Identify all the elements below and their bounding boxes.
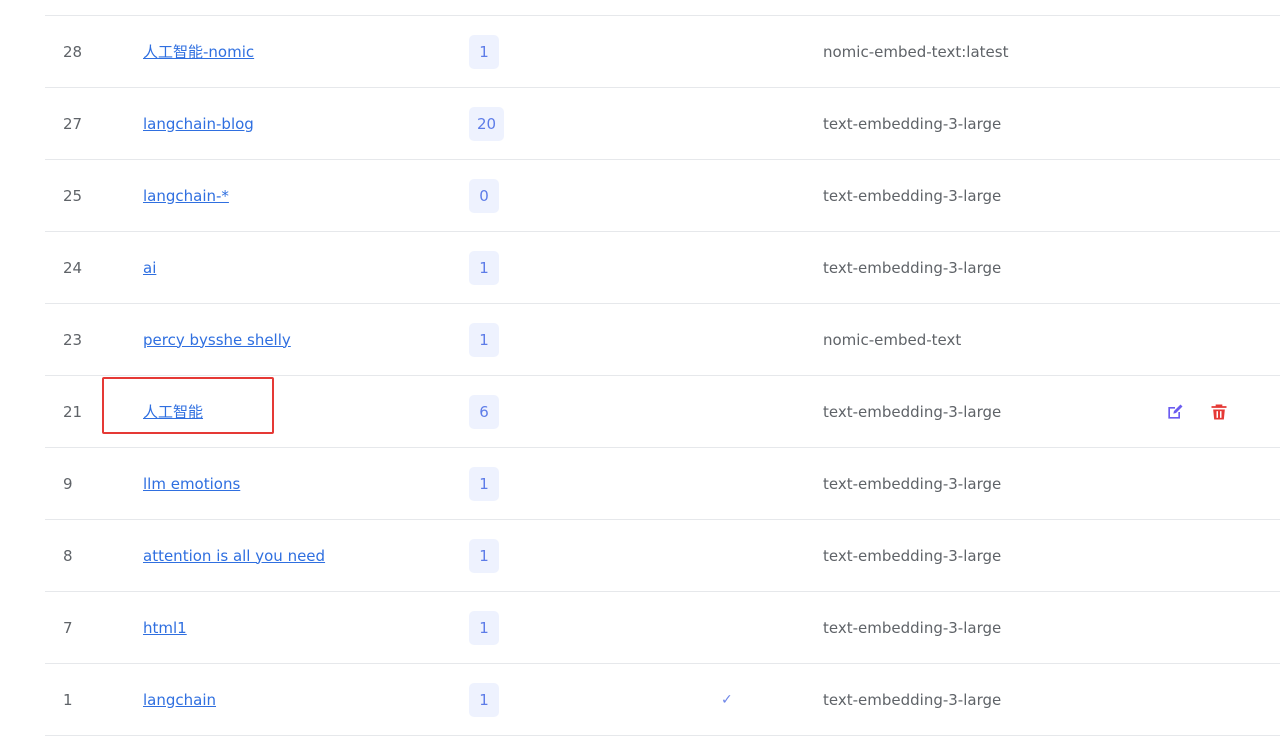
table-row-hovered: 21 人工智能 6 text-embedding-3-large [45,376,1280,448]
check-mark [721,160,741,231]
row-model: text-embedding-3-large [823,690,1002,709]
table-row: 8 attention is all you need 1 text-embed… [45,520,1280,592]
row-count-cell: 1 [469,592,589,663]
row-model: nomic-embed-text:latest [823,42,1009,61]
row-name-link[interactable]: html1 [143,619,187,637]
check-mark [721,592,741,663]
row-id: 27 [63,114,83,133]
row-id: 25 [63,186,83,205]
row-model: text-embedding-3-large [823,546,1002,565]
row-model: text-embedding-3-large [823,114,1002,133]
row-id: 7 [63,618,73,637]
row-id: 24 [63,258,83,277]
row-name-link[interactable]: 人工智能 [143,401,203,422]
table-row: 23 percy bysshe shelly 1 nomic-embed-tex… [45,304,1280,376]
check-mark [721,232,741,303]
row-name-cell: llm emotions [143,448,443,519]
count-badge: 1 [469,34,499,69]
row-name-link[interactable]: 人工智能-nomic [143,41,254,62]
table-row: 25 langchain-* 0 text-embedding-3-large [45,160,1280,232]
row-name-link[interactable]: ai [143,259,156,277]
count-badge: 1 [469,682,499,717]
row-count-cell: 1 [469,448,589,519]
count-badge: 1 [469,610,499,645]
row-count-cell: 1 [469,304,589,375]
table-row: 27 langchain-blog 20 text-embedding-3-la… [45,88,1280,160]
count-badge: 1 [469,322,499,357]
row-count-cell: 1 [469,16,589,87]
count-badge: 1 [469,466,499,501]
count-badge: 20 [469,106,505,141]
check-mark [721,448,741,519]
row-name-cell: 人工智能-nomic [143,16,443,87]
row-name-link[interactable]: attention is all you need [143,547,325,565]
row-name-cell: langchain-blog [143,88,443,159]
row-actions [1163,376,1263,447]
row-count-cell: 20 [469,88,589,159]
row-count-cell: 1 [469,664,589,735]
table-row: 1 langchain 1 ✓ text-embedding-3-large [45,664,1280,736]
table-row: 24 ai 1 text-embedding-3-large [45,232,1280,304]
row-name-link[interactable]: llm emotions [143,475,240,493]
row-name-cell: attention is all you need [143,520,443,591]
row-name-cell: ai [143,232,443,303]
row-count-cell: 0 [469,160,589,231]
row-model: text-embedding-3-large [823,474,1002,493]
check-mark [721,376,741,447]
row-model: text-embedding-3-large [823,186,1002,205]
table-row: 9 llm emotions 1 text-embedding-3-large [45,448,1280,520]
row-name-link[interactable]: langchain-* [143,187,229,205]
row-model: nomic-embed-text [823,330,962,349]
row-model: text-embedding-3-large [823,618,1002,637]
row-count-cell: 6 [469,376,589,447]
check-mark [721,304,741,375]
row-name-cell: langchain [143,664,443,735]
row-name-cell: langchain-* [143,160,443,231]
row-id: 8 [63,546,73,565]
table-row: 7 html1 1 text-embedding-3-large [45,592,1280,664]
row-model: text-embedding-3-large [823,402,1002,421]
count-badge: 6 [469,394,499,429]
row-name-link[interactable]: langchain-blog [143,115,254,133]
count-badge: 1 [469,538,499,573]
check-mark [721,88,741,159]
row-name-cell: 人工智能 [143,376,443,447]
row-id: 23 [63,330,83,349]
row-count-cell: 1 [469,520,589,591]
knowledge-base-table: 28 人工智能-nomic 1 nomic-embed-text:latest … [45,15,1280,736]
row-name-cell: html1 [143,592,443,663]
row-id: 21 [63,402,83,421]
row-id: 28 [63,42,83,61]
count-badge: 0 [469,178,499,213]
edit-icon[interactable] [1163,400,1187,424]
row-count-cell: 1 [469,232,589,303]
table-row: 28 人工智能-nomic 1 nomic-embed-text:latest [45,16,1280,88]
trash-icon[interactable] [1207,400,1231,424]
check-mark [721,520,741,591]
row-name-link[interactable]: percy bysshe shelly [143,331,291,349]
row-name-cell: percy bysshe shelly [143,304,443,375]
row-model: text-embedding-3-large [823,258,1002,277]
count-badge: 1 [469,250,499,285]
row-id: 1 [63,690,73,709]
row-id: 9 [63,474,73,493]
check-mark: ✓ [721,691,733,708]
check-mark [721,16,741,87]
